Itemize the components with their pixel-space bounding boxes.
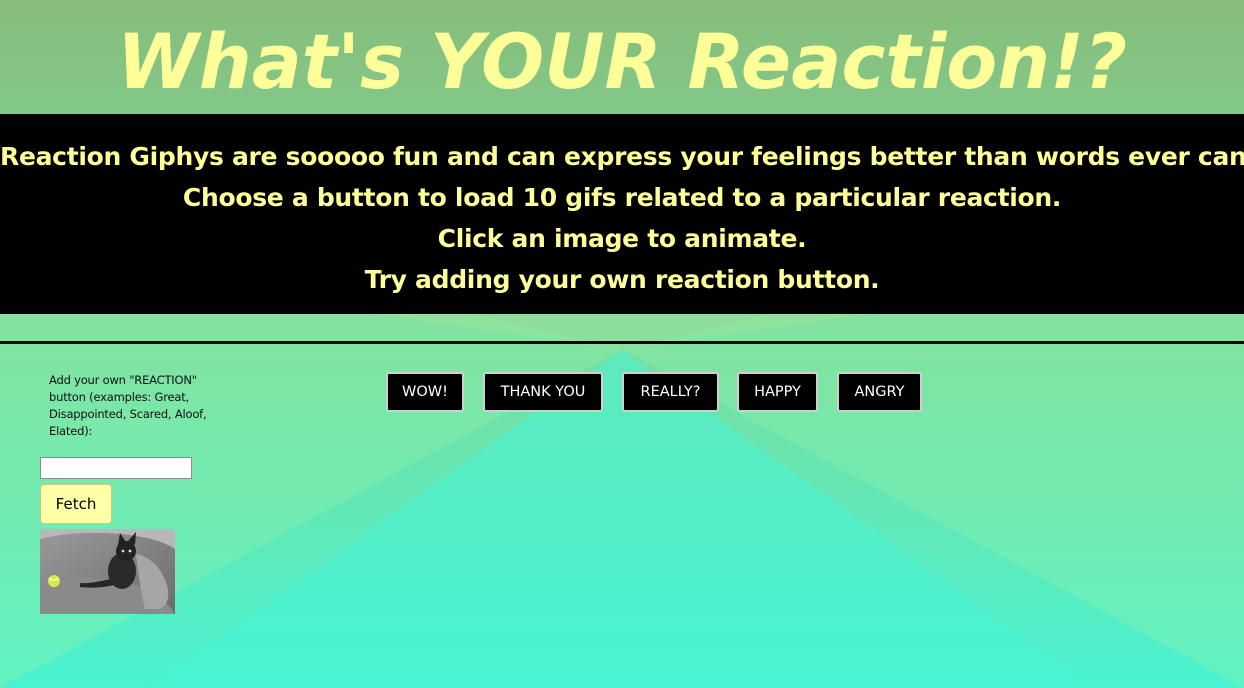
page-title-text: What's YOUR Reaction!?	[117, 17, 1127, 106]
add-reaction-label: Add your own "REACTION" button (examples…	[49, 373, 207, 438]
page-title: What's YOUR Reaction!?	[0, 0, 1244, 114]
reaction-button-thank-you[interactable]: THANK YOU	[483, 372, 603, 412]
intro-line: Try adding your own reaction button.	[364, 265, 880, 294]
intro-panel: Reaction Giphys are sooooo fun and can e…	[0, 114, 1244, 314]
fetch-button[interactable]: Fetch	[40, 484, 112, 524]
reaction-button-angry[interactable]: ANGRY	[837, 372, 922, 412]
reaction-button-happy[interactable]: HAPPY	[737, 372, 818, 412]
reaction-input[interactable]	[40, 457, 192, 479]
intro-line: Choose a button to load 10 gifs related …	[182, 183, 1062, 212]
reaction-button-really[interactable]: REALLY?	[622, 372, 719, 412]
intro-line: Click an image to animate.	[437, 224, 807, 253]
section-divider	[0, 341, 1244, 344]
reaction-button-wow[interactable]: WOW!	[386, 372, 464, 412]
cat-image	[40, 529, 175, 614]
intro-line: Reaction Giphys are sooooo fun and can e…	[0, 142, 1244, 171]
gif-thumbnail[interactable]	[40, 529, 175, 614]
